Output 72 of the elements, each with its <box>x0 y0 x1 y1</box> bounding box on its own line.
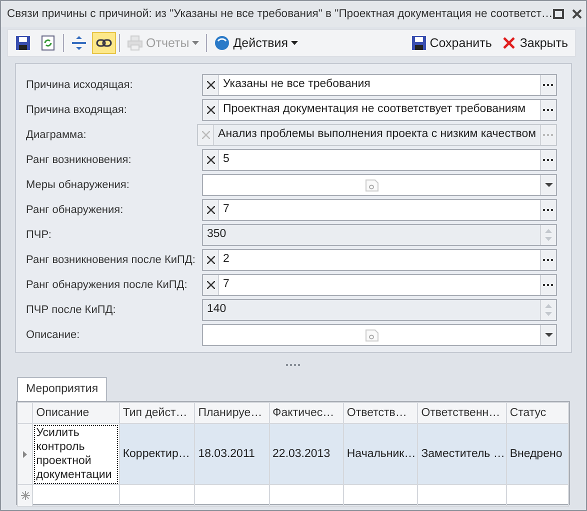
table-cell: 22.03.2013 <box>269 424 344 485</box>
clear-icon[interactable] <box>206 281 214 289</box>
save-icon <box>410 35 427 51</box>
ellipsis-icon[interactable] <box>543 84 554 86</box>
field-label: ПЧР после КиПД: <box>26 302 117 318</box>
new-row-icon <box>20 491 30 500</box>
field-label: Ранг обнаружения: <box>26 202 124 218</box>
tab[interactable]: Мероприятия <box>17 377 108 402</box>
document-icon <box>364 178 378 192</box>
ellipsis-icon[interactable] <box>543 258 554 262</box>
toolbar-icon-button[interactable] <box>92 32 116 54</box>
dropdown-arrow-icon[interactable] <box>544 333 552 337</box>
table-cell: Заместитель … <box>418 424 506 485</box>
field-label: Причина исходящая: <box>26 78 134 93</box>
lookup-field: Анализ проблемы выполнения проекта с низким качеством <box>197 124 557 146</box>
dropdown-field[interactable] <box>202 324 557 346</box>
table-cell: Усилить контроль проектной документации <box>32 424 120 485</box>
column-header[interactable]: Фактичес… <box>269 402 344 424</box>
maximize-icon[interactable] <box>552 9 564 19</box>
column-header[interactable]: Описание <box>32 402 120 424</box>
ellipsis-icon[interactable] <box>543 158 554 162</box>
table-cell: Начальник… <box>343 424 418 485</box>
column-header[interactable]: Статус <box>506 402 568 424</box>
field-label: Описание: <box>26 328 81 343</box>
lookup-field[interactable]: 2 <box>202 249 557 271</box>
lookup-field[interactable]: 7 <box>202 199 557 221</box>
ellipsis-icon[interactable] <box>543 284 554 286</box>
spin-arrows-icon <box>545 304 552 316</box>
dropdown-arrow-icon[interactable] <box>544 183 552 187</box>
field-label: Ранг возникновения: <box>26 152 132 168</box>
number-field[interactable]: 140 <box>202 299 557 321</box>
field-label: ПЧР: <box>26 228 52 243</box>
lookup-field[interactable]: 7 <box>202 274 557 296</box>
table-cell: Внедрено <box>506 424 568 485</box>
field-label: Ранг возникновения после КиПД: <box>26 252 196 268</box>
dropdown-field[interactable] <box>202 174 557 196</box>
toolbar-button[interactable]: Закрыть <box>496 32 572 54</box>
caret-icon <box>192 41 200 45</box>
number-field[interactable]: 350 <box>202 224 557 246</box>
lookup-field[interactable]: 5 <box>202 149 557 171</box>
table-cell: 18.03.2011 <box>194 424 270 485</box>
close-icon <box>500 35 517 51</box>
spin-arrows-icon <box>545 229 552 241</box>
save-icon <box>15 35 31 51</box>
close-icon[interactable] <box>572 9 582 19</box>
toolbar-button[interactable]: Сохранить <box>406 32 496 54</box>
field-label: Ранг обнаружения после КиПД: <box>26 278 188 293</box>
window-title: Связи причины с причиной: из "Указаны не все требования" в "Проектная документация не соответст… <box>7 6 553 22</box>
toolbar-button[interactable]: Действия <box>210 32 302 54</box>
clear-icon[interactable] <box>206 206 214 214</box>
ellipsis-icon[interactable] <box>543 108 554 112</box>
caret-icon <box>291 41 298 45</box>
ellipsis-icon[interactable] <box>543 208 554 212</box>
refresh-icon <box>40 35 56 51</box>
clear-icon[interactable] <box>206 81 214 89</box>
clear-icon[interactable] <box>206 106 214 114</box>
field-label: Причина входящая: <box>26 102 128 118</box>
field-label: Диаграмма: <box>26 128 88 143</box>
column-header[interactable]: Ответств… <box>343 402 418 424</box>
column-header[interactable]: Планируе… <box>194 402 270 424</box>
document-icon <box>364 328 378 342</box>
field-label: Меры обнаружения: <box>26 178 130 193</box>
clear-icon[interactable] <box>206 256 214 264</box>
table-cell: Корректир… <box>119 424 195 485</box>
lookup-field[interactable]: Указаны не все требования <box>202 74 557 96</box>
expand-icon <box>71 35 87 51</box>
clear-icon[interactable] <box>206 156 214 164</box>
column-header[interactable]: Тип дейст… <box>119 402 195 424</box>
printer-icon <box>127 35 143 51</box>
lookup-field[interactable]: Проектная документация не соответствует требованиям <box>202 99 557 121</box>
column-header[interactable]: Ответственн… <box>418 402 506 424</box>
globe-icon <box>214 35 230 51</box>
